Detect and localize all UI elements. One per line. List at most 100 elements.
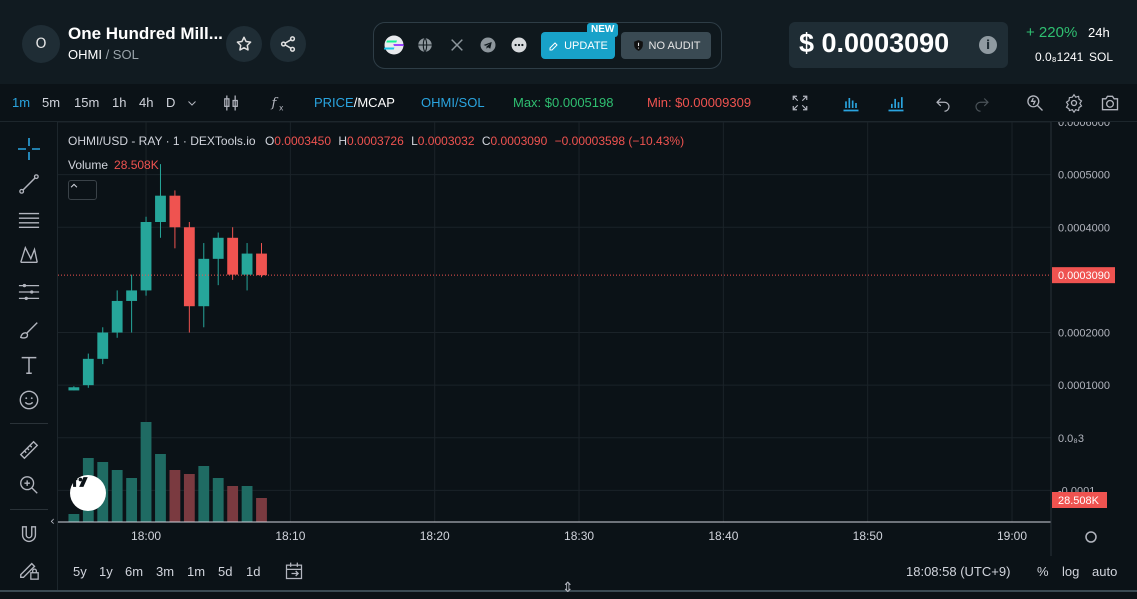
lock-drawing-icon[interactable]	[17, 558, 41, 582]
last-price-tag-label: 0.0003090	[1058, 270, 1110, 282]
price-label: PRICE	[314, 95, 354, 110]
fib-retracement-icon[interactable]	[17, 208, 41, 232]
quick-search-icon[interactable]	[1024, 92, 1046, 114]
legend-low: 0.0003032	[417, 134, 475, 148]
brush-icon[interactable]	[17, 318, 41, 342]
interval-1m[interactable]: 1m	[12, 95, 30, 110]
resize-handle-icon[interactable]: ⇕	[562, 580, 574, 596]
settings-gear-icon[interactable]	[1063, 92, 1085, 114]
interval-15m[interactable]: 15m	[74, 95, 99, 110]
token-header: O One Hundred Mill... OHMI / SOL UPDATE …	[0, 0, 1137, 84]
trend-line-icon[interactable]	[17, 172, 41, 196]
price-toggle[interactable]: PRICE/MCAP	[314, 95, 395, 110]
indicators-icon[interactable]: fx	[268, 92, 290, 114]
volume-bar	[155, 454, 166, 522]
interval-4h[interactable]: 4h	[139, 95, 153, 110]
candle-body	[241, 253, 253, 275]
emoji-icon[interactable]	[17, 388, 41, 412]
x-twitter-icon[interactable]	[447, 35, 467, 55]
text-tool-icon[interactable]	[17, 353, 41, 377]
camera-icon[interactable]	[1099, 92, 1121, 114]
volume-tag-label: 28.508K	[1058, 495, 1100, 507]
crosshair-icon[interactable]	[17, 137, 41, 161]
chart-clock[interactable]: 18:08:58 (UTC+9)	[906, 564, 1010, 579]
redo-icon[interactable]	[971, 92, 993, 114]
volume-bar	[227, 486, 239, 522]
share-icon	[280, 36, 296, 52]
log-scale-toggle[interactable]: log	[1062, 564, 1079, 579]
token-logo: O	[22, 25, 60, 63]
legend-high: 0.0003726	[347, 134, 404, 148]
prediction-icon[interactable]	[17, 280, 41, 304]
telegram-icon[interactable]	[478, 35, 498, 55]
range-1y[interactable]: 1y	[99, 564, 113, 579]
edit-icon	[549, 41, 558, 50]
magnet-icon[interactable]	[17, 523, 41, 547]
bar-chart-icon[interactable]	[840, 92, 862, 114]
chart-toolbar: 1m 5m 15m 1h 4h D fx PRICE/MCAP OHMI/SOL…	[0, 84, 1137, 122]
interval-d[interactable]: D	[166, 95, 175, 110]
time-axis-label: 18:10	[275, 529, 305, 543]
range-1d[interactable]: 1d	[246, 564, 260, 579]
interval-5m[interactable]: 5m	[42, 95, 60, 110]
social-links-bar: UPDATE NEW NO AUDIT	[373, 22, 722, 69]
legend-open: 0.0003450	[274, 134, 332, 148]
svg-text:f: f	[271, 96, 279, 111]
candle-body	[183, 227, 195, 307]
legend-h-key: H	[338, 134, 348, 148]
max-price: Max: $0.0005198	[513, 95, 614, 110]
solana-icon[interactable]	[384, 35, 404, 55]
token-symbol: OHMI	[68, 47, 102, 62]
date-range-icon[interactable]	[284, 561, 304, 584]
volume-bar	[212, 478, 224, 522]
zoom-in-icon[interactable]	[17, 473, 41, 497]
candlestick-chart-svg[interactable]: 0.0006000 0.0005000 0.0004000 0.0002000 0.00…	[58, 122, 1137, 556]
more-icon[interactable]	[509, 35, 529, 55]
tradingview-logo-icon	[70, 477, 88, 487]
info-icon[interactable]: i	[979, 36, 997, 54]
volume-bars-icon[interactable]	[885, 92, 907, 114]
favorite-button[interactable]	[226, 26, 262, 62]
ohlc-legend: OHMI/USD - RAY · 1 · DEXTools.io O0.0003…	[68, 134, 684, 148]
price-box: $ 0.0003090 i	[789, 22, 1008, 68]
price-axis-label: 0.0002000	[1058, 328, 1110, 340]
undo-icon[interactable]	[932, 92, 954, 114]
ruler-icon[interactable]	[17, 438, 41, 462]
auto-scale-toggle[interactable]: auto	[1092, 564, 1117, 579]
legend-close: 0.0003090	[490, 134, 548, 148]
time-axis-label: 18:20	[420, 529, 450, 543]
scroll-left-icon[interactable]: ‹	[50, 514, 55, 528]
candle-body	[68, 387, 80, 391]
sol-unit: SOL	[1089, 50, 1114, 64]
tradingview-logo[interactable]	[70, 475, 106, 511]
candles-icon[interactable]	[220, 92, 242, 114]
candle-body	[82, 358, 94, 386]
price-chart[interactable]: 0.0006000 0.0005000 0.0004000 0.0002000 0.00…	[50, 122, 1137, 556]
pattern-icon[interactable]	[17, 243, 41, 267]
star-icon	[236, 36, 252, 51]
volume-label: Volume	[68, 158, 109, 172]
no-audit-button[interactable]: NO AUDIT	[621, 32, 711, 59]
token-name: One Hundred Mill...	[68, 24, 223, 43]
candle-body	[140, 222, 152, 291]
fullscreen-icon[interactable]	[789, 92, 811, 114]
legend-change: −0.00003598 (−10.43%)	[554, 134, 685, 148]
range-1m[interactable]: 1m	[187, 564, 205, 579]
volume-bar	[169, 470, 181, 522]
range-5y[interactable]: 5y	[73, 564, 87, 579]
interval-1h[interactable]: 1h	[112, 95, 126, 110]
current-price: $ 0.0003090	[799, 28, 950, 58]
range-6m[interactable]: 6m	[125, 564, 143, 579]
percent-scale-toggle[interactable]: %	[1037, 564, 1049, 579]
time-axis-label: 18:40	[708, 529, 738, 543]
time-axis-label: 18:30	[564, 529, 594, 543]
range-3m[interactable]: 3m	[156, 564, 174, 579]
chevron-down-icon[interactable]	[181, 92, 203, 114]
tools-divider	[10, 423, 48, 424]
time-axis-label: 18:00	[131, 529, 161, 543]
collapse-legend-button[interactable]	[68, 180, 97, 200]
share-button[interactable]	[270, 26, 306, 62]
globe-icon[interactable]	[415, 35, 435, 55]
pair-toggle[interactable]: OHMI/SOL	[421, 95, 485, 110]
range-5d[interactable]: 5d	[218, 564, 232, 579]
